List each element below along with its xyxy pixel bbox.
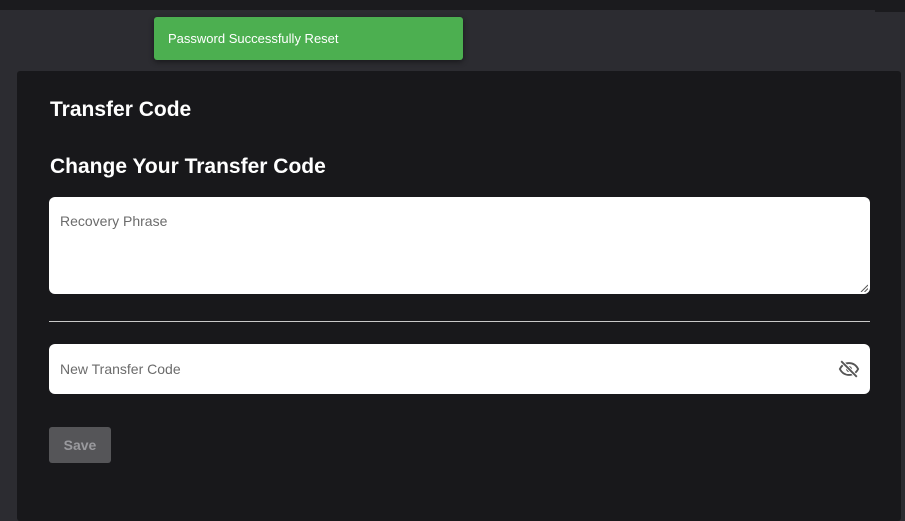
toast-message: Password Successfully Reset xyxy=(168,31,339,46)
resize-handle-icon[interactable] xyxy=(860,284,868,292)
new-transfer-code-input[interactable] xyxy=(49,344,870,394)
transfer-code-card: Transfer Code Change Your Transfer Code … xyxy=(17,71,901,521)
save-button[interactable]: Save xyxy=(49,427,111,463)
eye-off-icon[interactable] xyxy=(838,358,860,380)
recovery-phrase-textarea[interactable] xyxy=(49,197,870,294)
new-transfer-code-field-wrapper xyxy=(49,344,870,394)
section-title: Change Your Transfer Code xyxy=(50,155,326,178)
top-bar-edge xyxy=(875,10,905,12)
divider xyxy=(49,321,870,322)
top-bar xyxy=(0,0,905,10)
card-title: Transfer Code xyxy=(50,98,192,121)
success-toast: Password Successfully Reset xyxy=(154,17,463,60)
recovery-phrase-field-wrapper xyxy=(49,197,870,294)
